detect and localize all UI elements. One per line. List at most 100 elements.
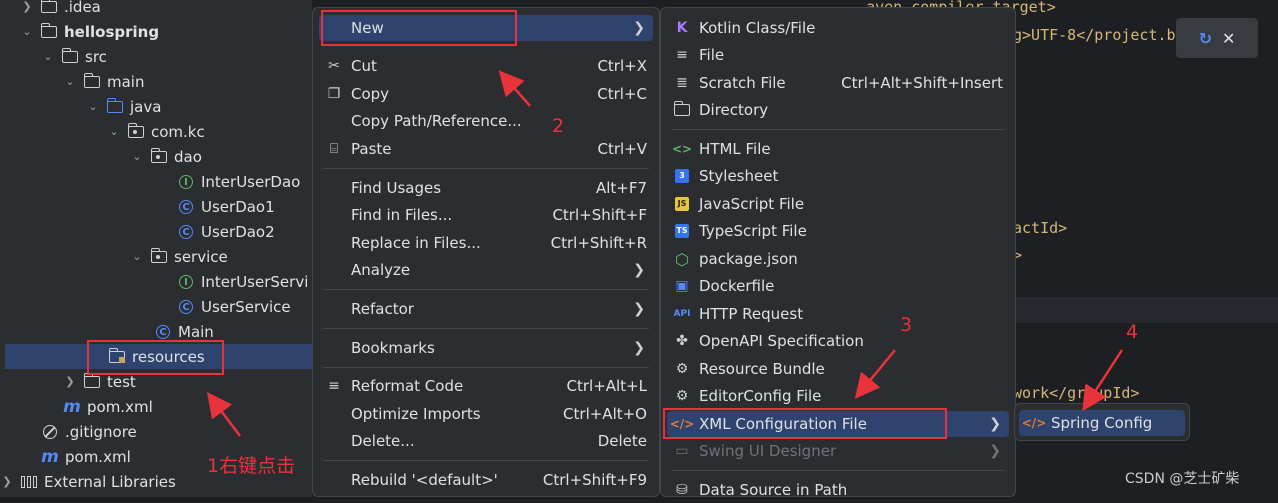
chevron-right-icon[interactable]: ❯ [20, 0, 34, 13]
menu-item-reformat-code[interactable]: ≡ Reformat Code Ctrl+Alt+L [319, 373, 653, 399]
tree-item-hellospring[interactable]: ⌄ hellospring [20, 19, 159, 44]
tree-item-label: pom.xml [87, 397, 153, 416]
tree-item-userservice[interactable]: C UserService [157, 294, 291, 319]
tree-item-label: .gitignore [65, 422, 137, 441]
maven-reload-icon[interactable]: ↻ [1199, 29, 1212, 48]
tree-item-label: UserDao2 [201, 222, 275, 241]
menu-separator [323, 328, 649, 329]
menu-item-file[interactable]: ≡ File [667, 42, 1009, 68]
menu-item-rebuild[interactable]: Rebuild '<default>' Ctrl+Shift+F9 [319, 467, 653, 493]
tree-item-idea[interactable]: ❯ .idea [20, 0, 101, 19]
menu-item-package-json[interactable]: ⬡ package.json [667, 246, 1009, 272]
chevron-down-icon[interactable]: ⌄ [130, 150, 144, 163]
class-icon: C [177, 224, 195, 240]
menu-item-resource-bundle[interactable]: ⚙ Resource Bundle [667, 356, 1009, 382]
chevron-down-icon[interactable]: ⌄ [86, 100, 100, 113]
menu-item-cut[interactable]: ✂ Cut Ctrl+X [319, 53, 653, 79]
tree-item-label: InterUserDao [201, 172, 301, 191]
html-icon: <> [671, 142, 693, 156]
scratch-file-icon: ≣ [676, 75, 688, 91]
tree-item-java[interactable]: ⌄ java [86, 94, 161, 119]
tree-item-label: hellospring [64, 22, 160, 41]
tree-item-label: test [107, 372, 136, 391]
annotation-step-4: 4 [1126, 321, 1139, 343]
menu-item-http-request[interactable]: API HTTP Request [667, 301, 1009, 327]
chevron-right-icon[interactable]: ❯ [0, 475, 14, 488]
code-line: work</groupId> [1013, 384, 1140, 402]
tree-item-interuserservice[interactable]: I InterUserServi [157, 269, 308, 294]
menu-item-scratch-file[interactable]: ≣ Scratch File Ctrl+Alt+Shift+Insert [667, 70, 1009, 96]
menu-item-find-in-files[interactable]: Find in Files... Ctrl+Shift+F [319, 202, 653, 228]
interface-icon: I [177, 274, 195, 290]
folder-icon [40, 22, 58, 40]
chevron-down-icon[interactable]: ⌄ [107, 125, 121, 138]
tree-item-interuserdao[interactable]: I InterUserDao [157, 169, 300, 194]
menu-item-optimize-imports[interactable]: Optimize Imports Ctrl+Alt+O [319, 401, 653, 427]
nodejs-icon: ⬡ [675, 249, 689, 269]
menu-item-data-source[interactable]: ⛁ Data Source in Path [667, 477, 1009, 503]
tree-item-service[interactable]: ⌄ service [130, 244, 228, 269]
menu-item-paste[interactable]: ⌸ Paste Ctrl+V [319, 136, 653, 162]
maven-reload-toolbar[interactable]: ↻ ✕ [1176, 18, 1258, 58]
tree-item-src[interactable]: ⌄ src [41, 44, 107, 69]
annotation-step-1: 1右键点击 [207, 455, 296, 477]
menu-item-html-file[interactable]: <> HTML File [667, 136, 1009, 162]
folder-icon [61, 47, 79, 65]
ignored-file-icon [41, 424, 59, 440]
menu-item-javascript-file[interactable]: JS JavaScript File [667, 191, 1009, 217]
chevron-down-icon[interactable]: ⌄ [130, 250, 144, 263]
tree-item-external-libraries[interactable]: ❯ External Libraries [0, 469, 175, 494]
menu-item-kotlin-class[interactable]: K Kotlin Class/File [667, 15, 1009, 41]
tree-item-pom-inner[interactable]: m pom.xml [43, 394, 153, 419]
gear-icon: ⚙ [675, 388, 689, 404]
docker-icon: ▣ [675, 278, 689, 294]
chevron-right-icon[interactable]: ❯ [63, 375, 77, 388]
menu-item-copy-path[interactable]: Copy Path/Reference... [319, 108, 653, 134]
tree-item-dao[interactable]: ⌄ dao [130, 144, 202, 169]
tree-item-label: InterUserServi [201, 272, 309, 291]
tree-item-gitignore[interactable]: .gitignore [21, 419, 137, 444]
tree-item-userdao1[interactable]: C UserDao1 [157, 194, 275, 219]
annotation-box-xml-config [663, 408, 947, 439]
tree-item-pom[interactable]: m pom.xml [21, 444, 131, 469]
tree-item-label: src [85, 47, 107, 66]
menu-item-refactor[interactable]: Refactor ❯ [319, 296, 653, 322]
tree-item-label: java [130, 97, 162, 116]
menu-item-openapi[interactable]: ✤ OpenAPI Specification [667, 328, 1009, 354]
gear-icon: ⚙ [675, 361, 689, 377]
class-icon: C [154, 324, 172, 340]
tree-item-label: .idea [64, 0, 101, 16]
menu-item-stylesheet[interactable]: 3 Stylesheet [667, 163, 1009, 189]
class-icon: C [177, 299, 195, 315]
menu-item-bookmarks[interactable]: Bookmarks ❯ [319, 335, 653, 361]
chevron-down-icon[interactable]: ⌄ [63, 75, 77, 88]
watermark: CSDN @芝士矿柴 [1125, 471, 1240, 487]
menu-item-analyze[interactable]: Analyze ❯ [319, 257, 653, 283]
tree-item-label: UserDao1 [201, 197, 275, 216]
menu-item-directory[interactable]: Directory [667, 97, 1009, 123]
menu-separator [323, 460, 649, 461]
context-menu: New ❯ ✂ Cut Ctrl+X ❐ Copy Ctrl+C Copy Path… [312, 7, 660, 497]
maven-icon: m [63, 396, 81, 417]
tree-item-userdao2[interactable]: C UserDao2 [157, 219, 275, 244]
close-icon[interactable]: ✕ [1222, 29, 1235, 48]
chevron-down-icon[interactable]: ⌄ [41, 50, 55, 63]
menu-item-typescript-file[interactable]: TS TypeScript File [667, 218, 1009, 244]
annotation-step-2: 2 [552, 115, 565, 137]
menu-item-swing-ui-designer[interactable]: ▭ Swing UI Designer ❯ [667, 438, 1009, 464]
package-icon [127, 122, 145, 140]
menu-item-editorconfig[interactable]: ⚙ EditorConfig File [667, 383, 1009, 409]
menu-item-copy[interactable]: ❐ Copy Ctrl+C [319, 81, 653, 107]
menu-item-find-usages[interactable]: Find Usages Alt+F7 [319, 175, 653, 201]
tree-item-label: dao [174, 147, 202, 166]
tree-item-main[interactable]: ⌄ main [63, 69, 144, 94]
menu-item-delete[interactable]: Delete... Delete [319, 428, 653, 454]
menu-item-spring-config[interactable]: </> Spring Config [1019, 410, 1185, 436]
copy-icon: ❐ [327, 86, 341, 102]
package-icon [150, 147, 168, 165]
folder-icon [671, 101, 693, 116]
menu-item-replace-in-files[interactable]: Replace in Files... Ctrl+Shift+R [319, 230, 653, 256]
chevron-down-icon[interactable]: ⌄ [20, 25, 34, 38]
menu-item-dockerfile[interactable]: ▣ Dockerfile [667, 273, 1009, 299]
tree-item-com-kc[interactable]: ⌄ com.kc [107, 119, 205, 144]
